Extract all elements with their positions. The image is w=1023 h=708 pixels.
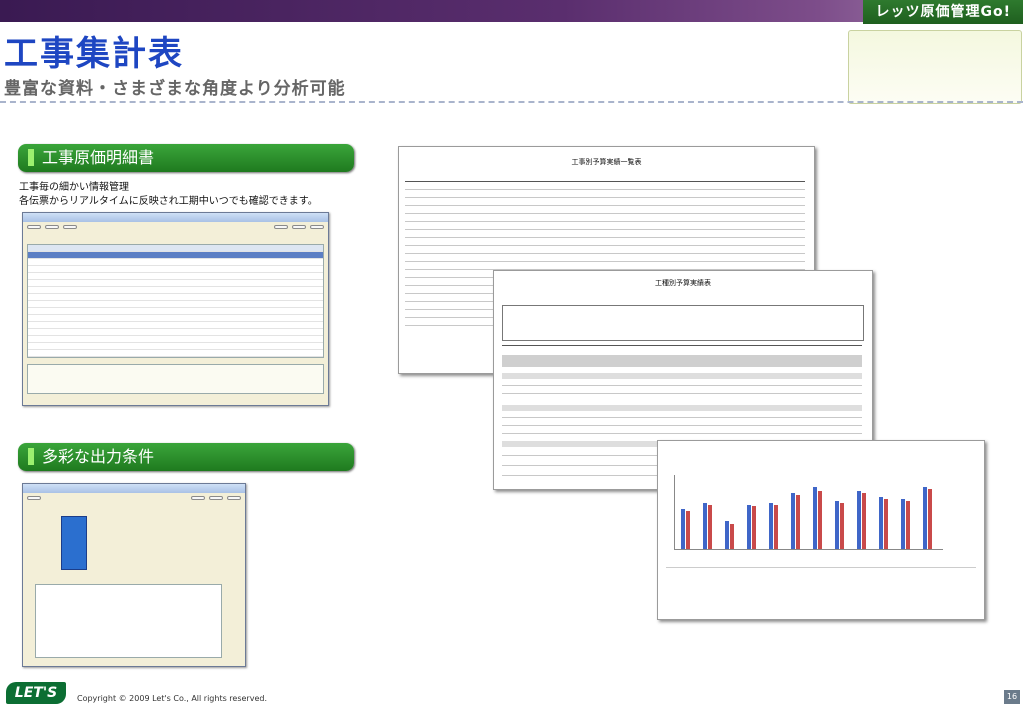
- window-titlebar: [23, 484, 245, 493]
- chart-data-table: [666, 567, 976, 608]
- brand-banner: レッツ原価管理Go!: [863, 0, 1023, 24]
- chart-bar: [906, 501, 910, 549]
- table-row[interactable]: [28, 336, 323, 343]
- totals-panel: [27, 364, 324, 394]
- lets-logo: LET'S: [6, 682, 66, 704]
- table-row[interactable]: [28, 329, 323, 336]
- table-row[interactable]: [28, 322, 323, 329]
- page-title: 工事集計表: [4, 34, 184, 74]
- table-row[interactable]: [28, 343, 323, 350]
- header-divider: [0, 101, 1023, 103]
- summary-grid: [35, 584, 222, 658]
- filter-row: [23, 232, 328, 244]
- chart-bar: [686, 511, 690, 549]
- dropdown-list-open[interactable]: [61, 516, 87, 570]
- chart-legend: [946, 477, 976, 507]
- chart-bar: [884, 499, 888, 549]
- section-desc-1: 工事毎の細かい情報管理: [19, 182, 129, 193]
- table-row[interactable]: [28, 301, 323, 308]
- section-heading-detail: 工事原価明細書: [18, 144, 354, 172]
- report-title: 工種別予算実績表: [655, 279, 711, 287]
- page-subtitle: 豊富な資料・さまざまな角度より分析可能: [4, 79, 346, 99]
- toolbar-button[interactable]: [27, 225, 41, 229]
- toolbar-button[interactable]: [191, 496, 205, 500]
- window-titlebar: [23, 213, 328, 222]
- chart-bar: [752, 506, 756, 549]
- chart-bar: [708, 505, 712, 549]
- section-desc-2: 各伝票からリアルタイムに反映され工期中いつでも確認できます。: [19, 196, 318, 207]
- chart-bar: [813, 487, 817, 549]
- chart-bar: [725, 521, 729, 549]
- section-heading-output: 多彩な出力条件: [18, 443, 354, 471]
- chart-bar: [703, 503, 707, 549]
- grid-header: [28, 245, 323, 252]
- table-row[interactable]: [28, 315, 323, 322]
- chart-bar: [730, 524, 734, 549]
- window-toolbar: [23, 493, 245, 503]
- section-heading-label: 工事原価明細書: [42, 148, 155, 167]
- report-title: 工事別予算実績一覧表: [571, 158, 642, 166]
- table-row[interactable]: [28, 294, 323, 301]
- section-heading-label: 多彩な出力条件: [42, 447, 155, 466]
- table-row[interactable]: [28, 350, 323, 357]
- toolbar-button[interactable]: [310, 225, 324, 229]
- bar-chart: [674, 475, 943, 550]
- chart-bar: [840, 503, 844, 549]
- toolbar-button[interactable]: [45, 225, 59, 229]
- chart-bar: [681, 509, 685, 549]
- table-row[interactable]: [28, 273, 323, 280]
- chart-bar: [769, 503, 773, 549]
- chart-bar: [857, 491, 861, 549]
- toolbar-button[interactable]: [209, 496, 223, 500]
- detail-grid: [27, 244, 324, 358]
- table-row[interactable]: [28, 287, 323, 294]
- window-toolbar: [23, 222, 328, 232]
- corner-decoration: [848, 30, 1022, 104]
- report-header-block: [502, 305, 864, 341]
- toolbar-button[interactable]: [63, 225, 77, 229]
- table-row[interactable]: [28, 280, 323, 287]
- copyright-text: Copyright © 2009 Let's Co., All rights r…: [77, 694, 267, 703]
- detail-window-screenshot: [22, 212, 329, 406]
- output-conditions-screenshot: [22, 483, 246, 667]
- chart-bar: [928, 489, 932, 549]
- chart-bar: [923, 487, 927, 549]
- chart-header: [666, 449, 786, 463]
- toolbar-button[interactable]: [27, 496, 41, 500]
- toolbar-button[interactable]: [227, 496, 241, 500]
- grid-row-selected[interactable]: [28, 252, 323, 259]
- chart-bar: [774, 505, 778, 549]
- table-row[interactable]: [28, 308, 323, 315]
- table-row[interactable]: [28, 266, 323, 273]
- chart-bar: [818, 491, 822, 549]
- heading-marker: [28, 448, 34, 465]
- report-sheet-chart: [657, 440, 985, 620]
- chart-bar: [791, 493, 795, 549]
- chart-bar: [862, 493, 866, 549]
- chart-bar: [901, 499, 905, 549]
- chart-bar: [835, 501, 839, 549]
- toolbar-button[interactable]: [292, 225, 306, 229]
- chart-bar: [747, 505, 751, 549]
- toolbar-button[interactable]: [274, 225, 288, 229]
- chart-bar: [796, 495, 800, 549]
- heading-marker: [28, 149, 34, 166]
- chart-bar: [879, 497, 883, 549]
- page-number: 16: [1004, 690, 1020, 704]
- table-row[interactable]: [28, 259, 323, 266]
